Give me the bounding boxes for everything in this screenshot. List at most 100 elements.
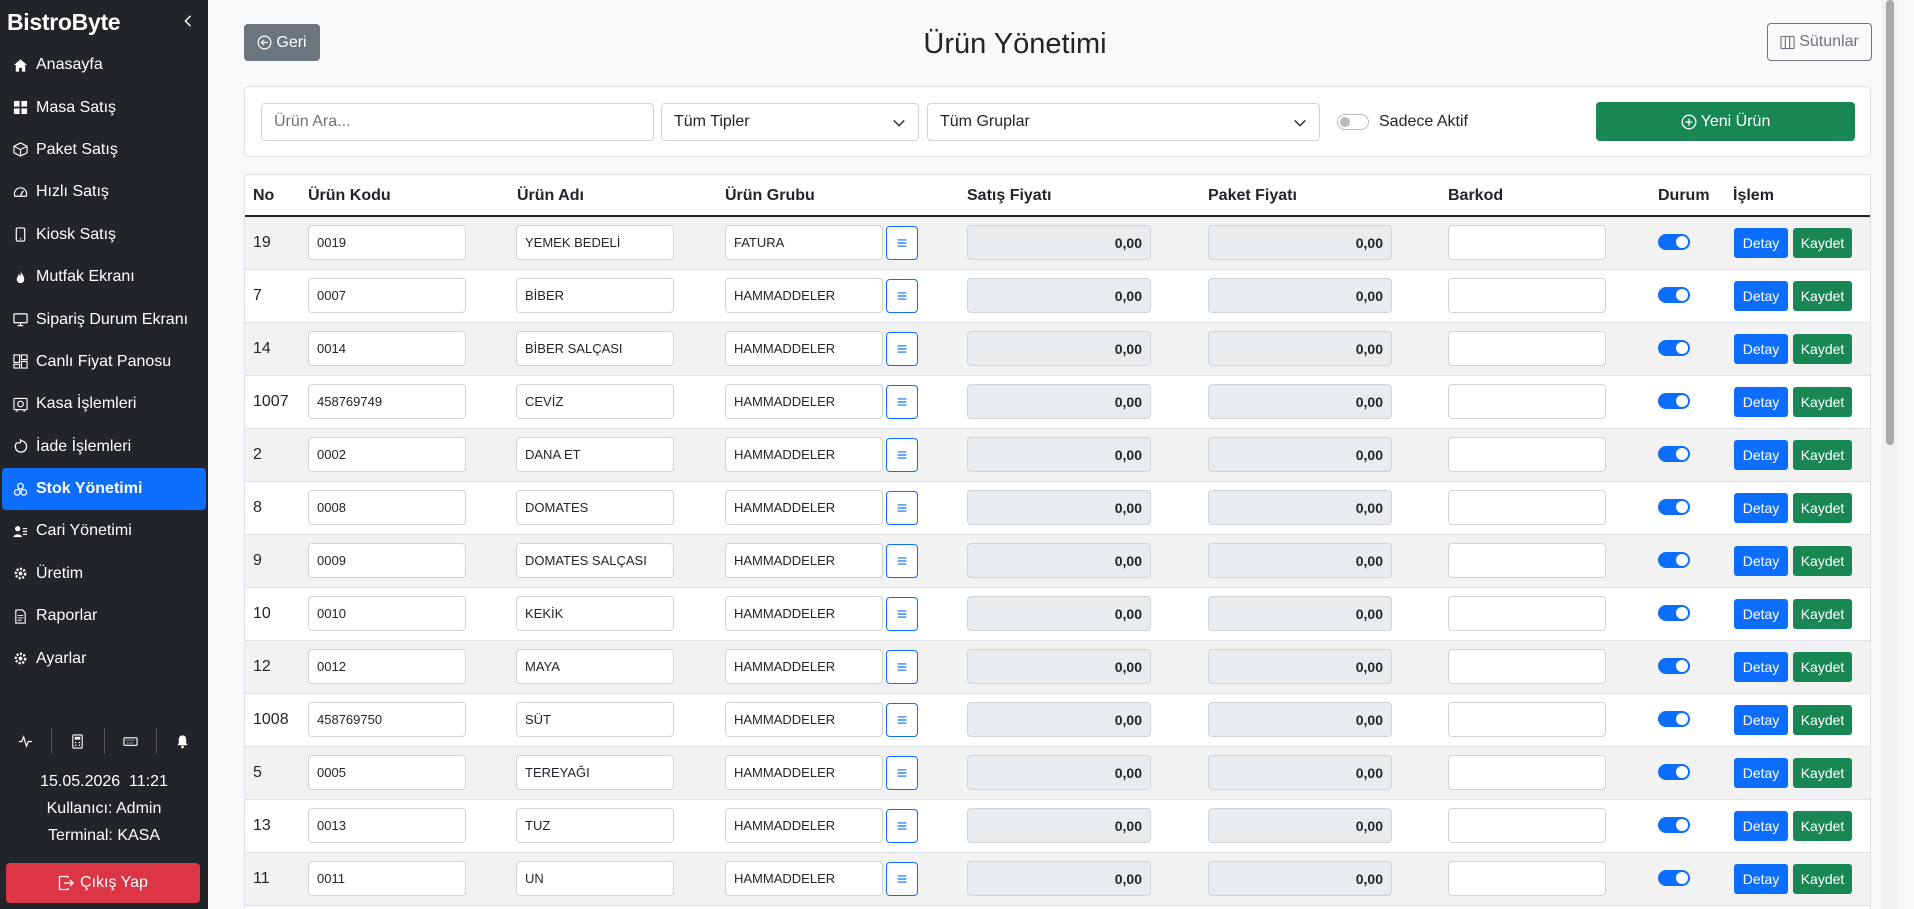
- sale-price-input[interactable]: 0,00: [967, 596, 1151, 631]
- product-name-input[interactable]: BİBER SALÇASI: [516, 331, 674, 366]
- sidebar-item-ayarlar[interactable]: Ayarlar: [2, 637, 206, 679]
- type-select[interactable]: Tüm Tipler: [661, 103, 919, 141]
- save-button[interactable]: Kaydet: [1793, 758, 1852, 788]
- search-input[interactable]: Ürün Ara...: [261, 103, 654, 141]
- group-picker-button[interactable]: [886, 597, 918, 631]
- product-group-input[interactable]: FATURA: [725, 225, 883, 260]
- barcode-input[interactable]: [1448, 384, 1606, 419]
- sidebar-item-siparis-durum[interactable]: Sipariş Durum Ekranı: [2, 298, 206, 340]
- status-toggle[interactable]: [1658, 552, 1690, 568]
- save-button[interactable]: Kaydet: [1793, 281, 1852, 311]
- package-price-input[interactable]: 0,00: [1208, 225, 1392, 260]
- product-code-input[interactable]: 0009: [308, 543, 466, 578]
- detail-button[interactable]: Detay: [1734, 440, 1788, 470]
- package-price-input[interactable]: 0,00: [1208, 437, 1392, 472]
- sale-price-input[interactable]: 0,00: [967, 861, 1151, 896]
- product-group-input[interactable]: HAMMADDELER: [725, 596, 883, 631]
- save-button[interactable]: Kaydet: [1793, 599, 1852, 629]
- product-name-input[interactable]: YEMEK BEDELİ: [516, 225, 674, 260]
- sidebar-item-uretim[interactable]: Üretim: [2, 553, 206, 595]
- group-picker-button[interactable]: [886, 491, 918, 525]
- save-button[interactable]: Kaydet: [1793, 546, 1852, 576]
- sale-price-input[interactable]: 0,00: [967, 490, 1151, 525]
- product-name-input[interactable]: DANA ET: [516, 437, 674, 472]
- sale-price-input[interactable]: 0,00: [967, 543, 1151, 578]
- sale-price-input[interactable]: 0,00: [967, 649, 1151, 684]
- status-toggle[interactable]: [1658, 764, 1690, 780]
- package-price-input[interactable]: 0,00: [1208, 331, 1392, 366]
- barcode-input[interactable]: [1448, 861, 1606, 896]
- status-toggle[interactable]: [1658, 393, 1690, 409]
- save-button[interactable]: Kaydet: [1793, 334, 1852, 364]
- product-group-input[interactable]: HAMMADDELER: [725, 649, 883, 684]
- group-picker-button[interactable]: [886, 438, 918, 472]
- product-name-input[interactable]: CEVİZ: [516, 384, 674, 419]
- detail-button[interactable]: Detay: [1734, 334, 1788, 364]
- product-code-input[interactable]: 0012: [308, 649, 466, 684]
- group-picker-button[interactable]: [886, 650, 918, 684]
- detail-button[interactable]: Detay: [1734, 811, 1788, 841]
- package-price-input[interactable]: 0,00: [1208, 543, 1392, 578]
- sidebar-item-raporlar[interactable]: Raporlar: [2, 595, 206, 637]
- save-button[interactable]: Kaydet: [1793, 652, 1852, 682]
- status-toggle[interactable]: [1658, 340, 1690, 356]
- sidebar-item-cari-yonetimi[interactable]: Cari Yönetimi: [2, 510, 206, 552]
- product-group-input[interactable]: HAMMADDELER: [725, 278, 883, 313]
- sale-price-input[interactable]: 0,00: [967, 225, 1151, 260]
- group-select[interactable]: Tüm Gruplar: [927, 103, 1320, 141]
- product-name-input[interactable]: SÜT: [516, 702, 674, 737]
- sale-price-input[interactable]: 0,00: [967, 702, 1151, 737]
- product-code-input[interactable]: 458769749: [308, 384, 466, 419]
- product-code-input[interactable]: 458769750: [308, 702, 466, 737]
- status-toggle[interactable]: [1658, 605, 1690, 621]
- save-button[interactable]: Kaydet: [1793, 387, 1852, 417]
- save-button[interactable]: Kaydet: [1793, 705, 1852, 735]
- package-price-input[interactable]: 0,00: [1208, 384, 1392, 419]
- barcode-input[interactable]: [1448, 225, 1606, 260]
- sidebar-item-iade-islemleri[interactable]: İade İşlemleri: [2, 426, 206, 468]
- barcode-input[interactable]: [1448, 702, 1606, 737]
- detail-button[interactable]: Detay: [1734, 493, 1788, 523]
- sidebar-item-canli-fiyat[interactable]: Canlı Fiyat Panosu: [2, 341, 206, 383]
- sale-price-input[interactable]: 0,00: [967, 808, 1151, 843]
- product-name-input[interactable]: DOMATES: [516, 490, 674, 525]
- group-picker-button[interactable]: [886, 332, 918, 366]
- group-picker-button[interactable]: [886, 385, 918, 419]
- status-toggle[interactable]: [1658, 870, 1690, 886]
- product-name-input[interactable]: TEREYAĞI: [516, 755, 674, 790]
- detail-button[interactable]: Detay: [1734, 599, 1788, 629]
- package-price-input[interactable]: 0,00: [1208, 702, 1392, 737]
- status-toggle[interactable]: [1658, 234, 1690, 250]
- sale-price-input[interactable]: 0,00: [967, 278, 1151, 313]
- package-price-input[interactable]: 0,00: [1208, 596, 1392, 631]
- product-group-input[interactable]: HAMMADDELER: [725, 384, 883, 419]
- group-picker-button[interactable]: [886, 703, 918, 737]
- barcode-input[interactable]: [1448, 437, 1606, 472]
- product-group-input[interactable]: HAMMADDELER: [725, 437, 883, 472]
- package-price-input[interactable]: 0,00: [1208, 861, 1392, 896]
- sidebar-item-kasa-islemleri[interactable]: Kasa İşlemleri: [2, 383, 206, 425]
- detail-button[interactable]: Detay: [1734, 864, 1788, 894]
- sidebar-item-kiosk-satis[interactable]: Kiosk Satış: [2, 214, 206, 256]
- sidebar-item-paket-satis[interactable]: Paket Satış: [2, 129, 206, 171]
- sidebar-item-stok-yonetimi[interactable]: Stok Yönetimi: [2, 467, 206, 511]
- barcode-input[interactable]: [1448, 490, 1606, 525]
- product-code-input[interactable]: 0013: [308, 808, 466, 843]
- save-button[interactable]: Kaydet: [1793, 864, 1852, 894]
- product-code-input[interactable]: 0007: [308, 278, 466, 313]
- status-toggle[interactable]: [1658, 711, 1690, 727]
- barcode-input[interactable]: [1448, 808, 1606, 843]
- product-group-input[interactable]: HAMMADDELER: [725, 702, 883, 737]
- keyboard-button[interactable]: [105, 728, 157, 754]
- group-picker-button[interactable]: [886, 226, 918, 260]
- status-toggle[interactable]: [1658, 817, 1690, 833]
- sale-price-input[interactable]: 0,00: [967, 384, 1151, 419]
- save-button[interactable]: Kaydet: [1793, 493, 1852, 523]
- detail-button[interactable]: Detay: [1734, 387, 1788, 417]
- barcode-input[interactable]: [1448, 649, 1606, 684]
- group-picker-button[interactable]: [886, 809, 918, 843]
- notifications-button[interactable]: [157, 728, 208, 754]
- product-code-input[interactable]: 0011: [308, 861, 466, 896]
- save-button[interactable]: Kaydet: [1793, 228, 1852, 258]
- sale-price-input[interactable]: 0,00: [967, 437, 1151, 472]
